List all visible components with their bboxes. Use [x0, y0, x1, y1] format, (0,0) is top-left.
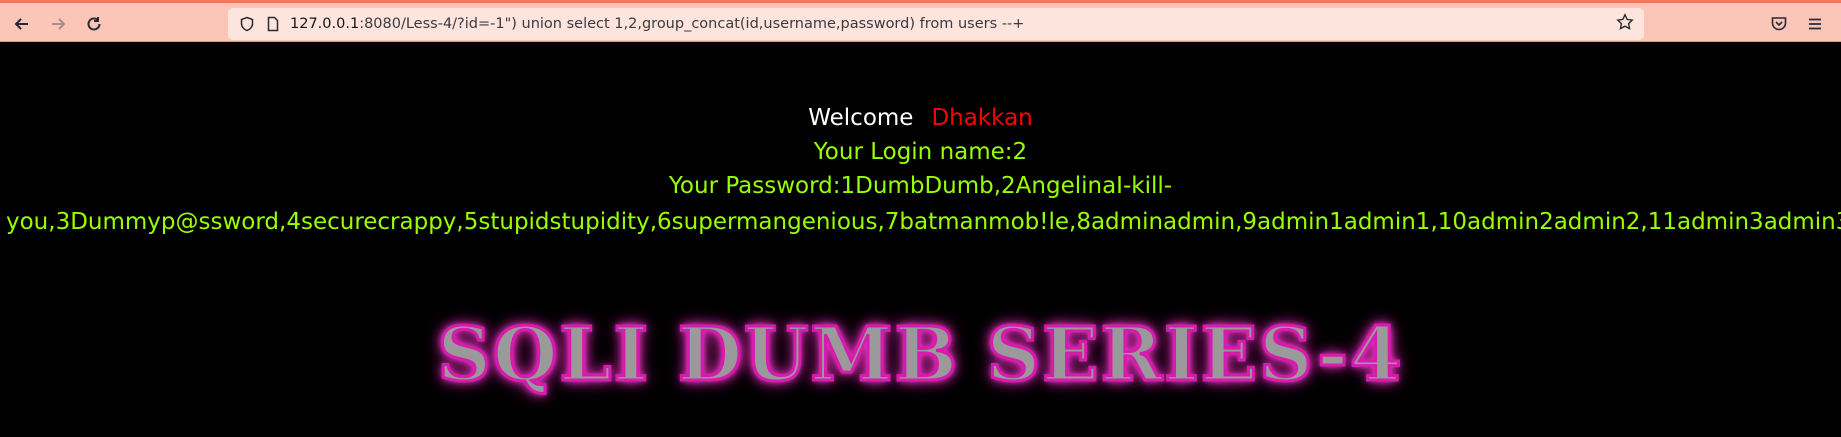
url-path: :8080/Less-4/?id=-1") union select 1,2,g…	[359, 16, 1025, 32]
star-icon[interactable]	[1616, 13, 1634, 36]
url-text[interactable]: 127.0.0.1:8080/Less-4/?id=-1") union sel…	[290, 16, 1024, 32]
browser-toolbar: 127.0.0.1:8080/Less-4/?id=-1") union sel…	[0, 0, 1841, 42]
pocket-button[interactable]	[1764, 9, 1794, 39]
page-content: Welcome Dhakkan Your Login name:2 Your Pa…	[0, 42, 1841, 437]
reload-icon	[87, 17, 101, 31]
shield-icon[interactable]	[236, 13, 258, 35]
forward-button[interactable]	[43, 9, 73, 39]
welcome-line: Welcome Dhakkan	[0, 105, 1841, 131]
banner-title: SQLI DUMB SERIES-4	[436, 311, 1404, 400]
welcome-name: Dhakkan	[931, 105, 1033, 131]
reload-button[interactable]	[79, 9, 109, 39]
page-icon[interactable]	[262, 13, 284, 35]
pocket-icon	[1771, 17, 1787, 31]
hamburger-menu-icon	[1809, 18, 1821, 30]
arrow-left-icon	[14, 18, 28, 30]
welcome-label: Welcome	[808, 105, 914, 131]
arrow-right-icon	[52, 18, 66, 30]
address-bar[interactable]: 127.0.0.1:8080/Less-4/?id=-1") union sel…	[228, 8, 1644, 40]
back-button[interactable]	[7, 9, 37, 39]
url-host: 127.0.0.1	[290, 16, 360, 32]
password-text-line2: you,3Dummyp@ssword,4securecrappy,5stupid…	[6, 209, 1841, 235]
login-name-text: Your Login name:2	[813, 139, 1028, 165]
menu-button[interactable]	[1800, 9, 1830, 39]
password-text-line1: Your Password:1DumbDumb,2AngelinaI-kill-	[668, 173, 1173, 199]
